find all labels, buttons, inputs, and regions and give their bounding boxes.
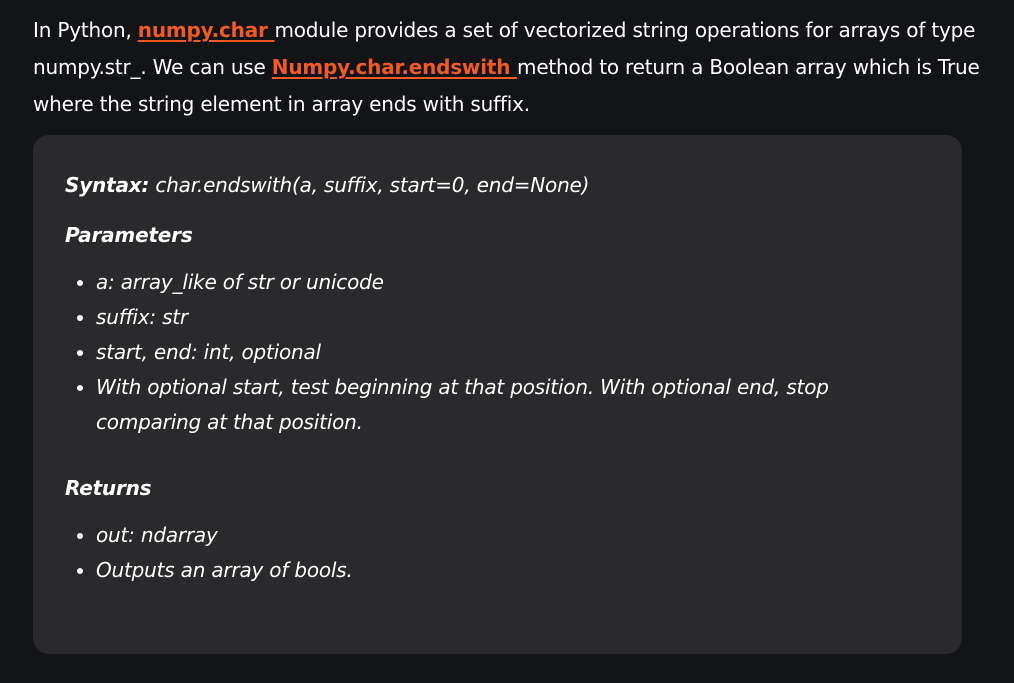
parameters-list: a: array_like of str or unicode suffix: …: [65, 265, 932, 440]
intro-paragraph: In Python, numpy.char module provides a …: [33, 12, 983, 123]
syntax-box-content: Syntax: char.endswith(a, suffix, start=0…: [65, 167, 932, 588]
parameter-item: suffix: str: [96, 300, 932, 335]
returns-heading: Returns: [65, 476, 152, 500]
parameter-item: With optional start, test beginning at t…: [96, 370, 932, 440]
numpy-char-link[interactable]: numpy.char: [138, 18, 275, 42]
parameter-item: a: array_like of str or unicode: [96, 265, 932, 300]
syntax-label: Syntax:: [65, 173, 150, 197]
syntax-signature: char.endswith(a, suffix, start=0, end=No…: [149, 173, 590, 197]
return-item: Outputs an array of bools.: [96, 553, 932, 588]
returns-list: out: ndarray Outputs an array of bools.: [65, 518, 932, 588]
return-item: out: ndarray: [96, 518, 932, 553]
syntax-line: Syntax: char.endswith(a, suffix, start=0…: [65, 167, 932, 203]
parameters-heading: Parameters: [65, 223, 193, 247]
syntax-box: Syntax: char.endswith(a, suffix, start=0…: [33, 135, 962, 654]
intro-text-1: In Python,: [33, 18, 138, 42]
numpy-char-endswith-link[interactable]: Numpy.char.endswith: [272, 55, 517, 79]
parameter-item: start, end: int, optional: [96, 335, 932, 370]
